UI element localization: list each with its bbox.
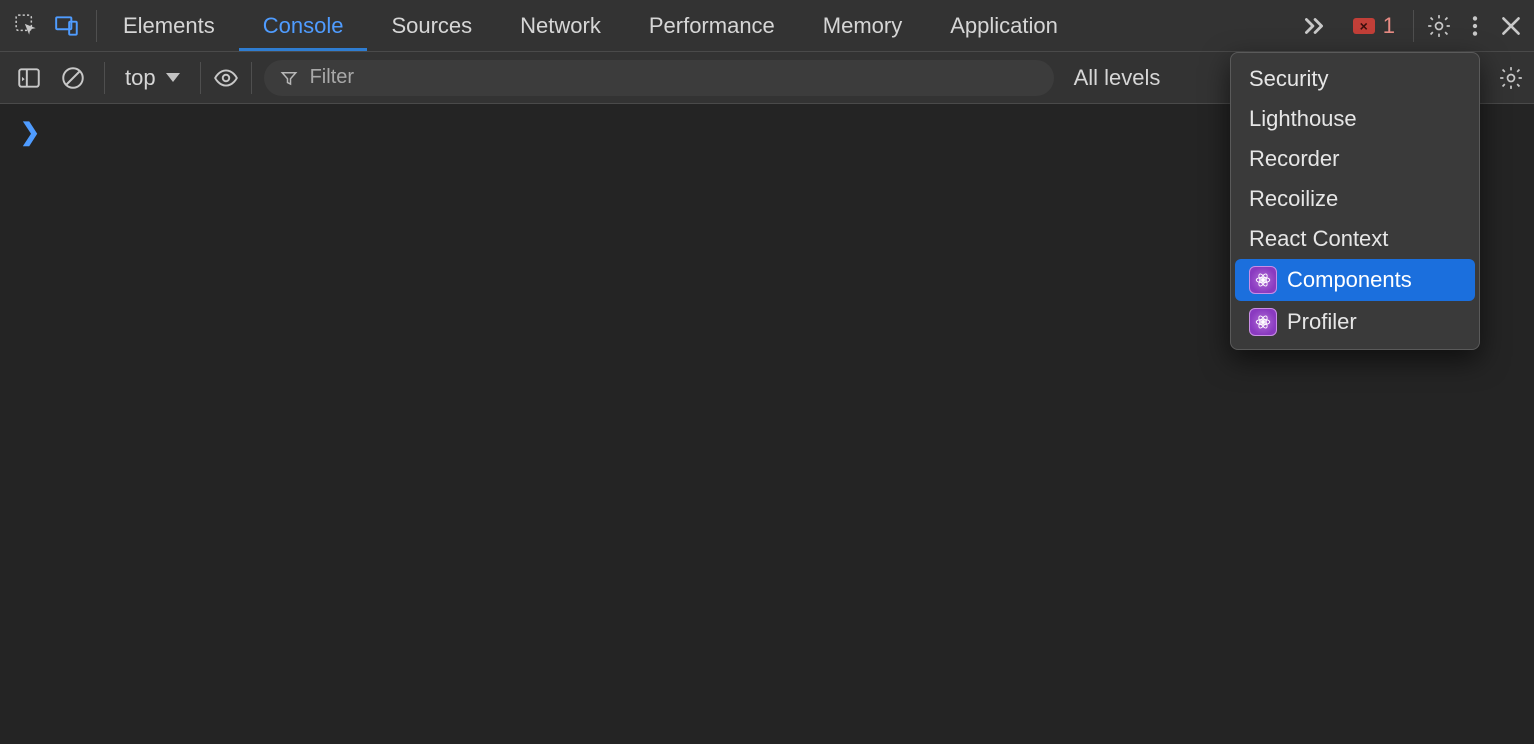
close-icon[interactable] (1498, 13, 1524, 39)
tab-label: Console (263, 13, 344, 39)
tab-label: Application (950, 13, 1058, 39)
kebab-menu-icon[interactable] (1462, 13, 1488, 39)
sidebar-toggle-icon[interactable] (16, 65, 42, 91)
menu-item-recorder[interactable]: Recorder (1235, 139, 1475, 179)
tab-label: Performance (649, 13, 775, 39)
divider (251, 62, 252, 94)
menu-item-recoilize[interactable]: Recoilize (1235, 179, 1475, 219)
tab-network[interactable]: Network (496, 0, 625, 51)
tab-label: Network (520, 13, 601, 39)
filter-funnel-icon (280, 69, 298, 87)
divider (200, 62, 201, 94)
chevron-double-right-icon (1301, 13, 1327, 39)
console-filter-input[interactable] (310, 66, 1038, 89)
tab-console[interactable]: Console (239, 0, 368, 51)
menu-item-label: Lighthouse (1249, 106, 1357, 132)
devtools-tabbar: Elements Console Sources Network Perform… (0, 0, 1534, 52)
tab-sources[interactable]: Sources (367, 0, 496, 51)
menu-item-profiler[interactable]: Profiler (1235, 301, 1475, 343)
error-count: 1 (1383, 13, 1395, 39)
tab-elements[interactable]: Elements (99, 0, 239, 51)
menu-item-label: Profiler (1287, 309, 1357, 335)
tabbar-left-tools (6, 13, 94, 39)
tab-performance[interactable]: Performance (625, 0, 799, 51)
caret-down-icon (166, 73, 180, 82)
more-tabs-button[interactable] (1291, 13, 1337, 39)
divider (96, 10, 97, 42)
device-toolbar-icon[interactable] (54, 13, 80, 39)
divider (104, 62, 105, 94)
execution-context-label: top (125, 65, 156, 91)
menu-item-security[interactable]: Security (1235, 59, 1475, 99)
log-levels-label: All levels (1074, 65, 1161, 91)
live-expression-eye-icon[interactable] (213, 65, 239, 91)
inspect-element-icon[interactable] (14, 13, 40, 39)
console-prompt-icon: ❯ (20, 118, 40, 147)
menu-item-label: Components (1287, 267, 1412, 293)
settings-gear-icon[interactable] (1426, 13, 1452, 39)
console-left-tools (10, 65, 92, 91)
menu-item-label: React Context (1249, 226, 1388, 252)
menu-item-lighthouse[interactable]: Lighthouse (1235, 99, 1475, 139)
tab-memory[interactable]: Memory (799, 0, 926, 51)
menu-item-label: Recoilize (1249, 186, 1338, 212)
react-logo-icon (1249, 266, 1277, 294)
error-badge-icon (1353, 18, 1375, 34)
more-tabs-menu: Security Lighthouse Recorder Recoilize R… (1230, 52, 1480, 350)
log-levels-select[interactable]: All levels (1064, 65, 1171, 91)
tab-label: Memory (823, 13, 902, 39)
console-filter-field[interactable] (264, 60, 1054, 96)
tab-application[interactable]: Application (926, 0, 1082, 51)
tabbar-right-tools: 1 (1287, 10, 1528, 42)
execution-context-select[interactable]: top (117, 65, 188, 91)
react-logo-icon (1249, 308, 1277, 336)
clear-console-icon[interactable] (60, 65, 86, 91)
menu-item-label: Security (1249, 66, 1328, 92)
error-count-chip[interactable]: 1 (1347, 13, 1401, 39)
tabs-container: Elements Console Sources Network Perform… (99, 0, 1082, 51)
console-settings-gear-icon[interactable] (1498, 65, 1524, 91)
menu-item-react-context[interactable]: React Context (1235, 219, 1475, 259)
tab-label: Sources (391, 13, 472, 39)
menu-item-label: Recorder (1249, 146, 1339, 172)
divider (1413, 10, 1414, 42)
tab-label: Elements (123, 13, 215, 39)
menu-item-components[interactable]: Components (1235, 259, 1475, 301)
